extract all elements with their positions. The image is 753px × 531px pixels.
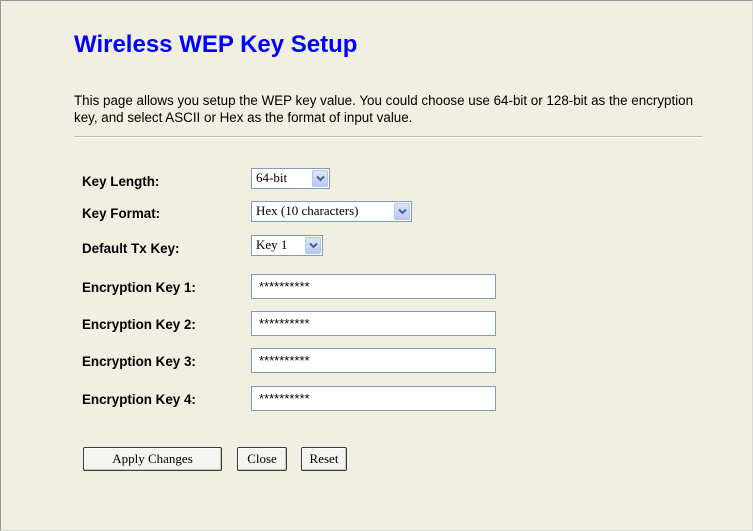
key-length-dropdown-button[interactable] (312, 170, 328, 187)
encryption-key-2-label: Encryption Key 2: (82, 317, 196, 332)
wep-setup-page: Wireless WEP Key Setup This page allows … (0, 0, 753, 531)
encryption-key-3-label: Encryption Key 3: (82, 354, 196, 369)
apply-changes-button[interactable]: Apply Changes (83, 447, 222, 471)
default-tx-key-label: Default Tx Key: (82, 241, 180, 256)
default-tx-key-dropdown-button[interactable] (305, 237, 321, 254)
encryption-key-4-label: Encryption Key 4: (82, 392, 196, 407)
chevron-down-icon (398, 208, 407, 215)
chevron-down-icon (316, 175, 325, 182)
default-tx-key-value: Key 1 (256, 237, 288, 252)
encryption-key-4-field[interactable] (251, 386, 496, 411)
encryption-key-1-label: Encryption Key 1: (82, 280, 196, 295)
key-format-dropdown-button[interactable] (394, 203, 410, 220)
divider (74, 136, 703, 138)
page-description: This page allows you setup the WEP key v… (74, 93, 694, 125)
reset-button[interactable]: Reset (301, 447, 347, 471)
key-length-select[interactable]: 64-bit (251, 168, 330, 189)
encryption-key-2-field[interactable] (251, 311, 496, 336)
default-tx-key-select[interactable]: Key 1 (251, 235, 323, 256)
encryption-key-1-field[interactable] (251, 274, 496, 299)
chevron-down-icon (309, 242, 318, 249)
key-format-label: Key Format: (82, 206, 161, 221)
key-format-value: Hex (10 characters) (256, 203, 359, 218)
encryption-key-3-field[interactable] (251, 348, 496, 373)
key-length-value: 64-bit (256, 170, 288, 185)
close-button[interactable]: Close (237, 447, 287, 471)
key-length-label: Key Length: (82, 174, 160, 189)
page-title: Wireless WEP Key Setup (74, 31, 358, 58)
key-format-select[interactable]: Hex (10 characters) (251, 201, 412, 222)
